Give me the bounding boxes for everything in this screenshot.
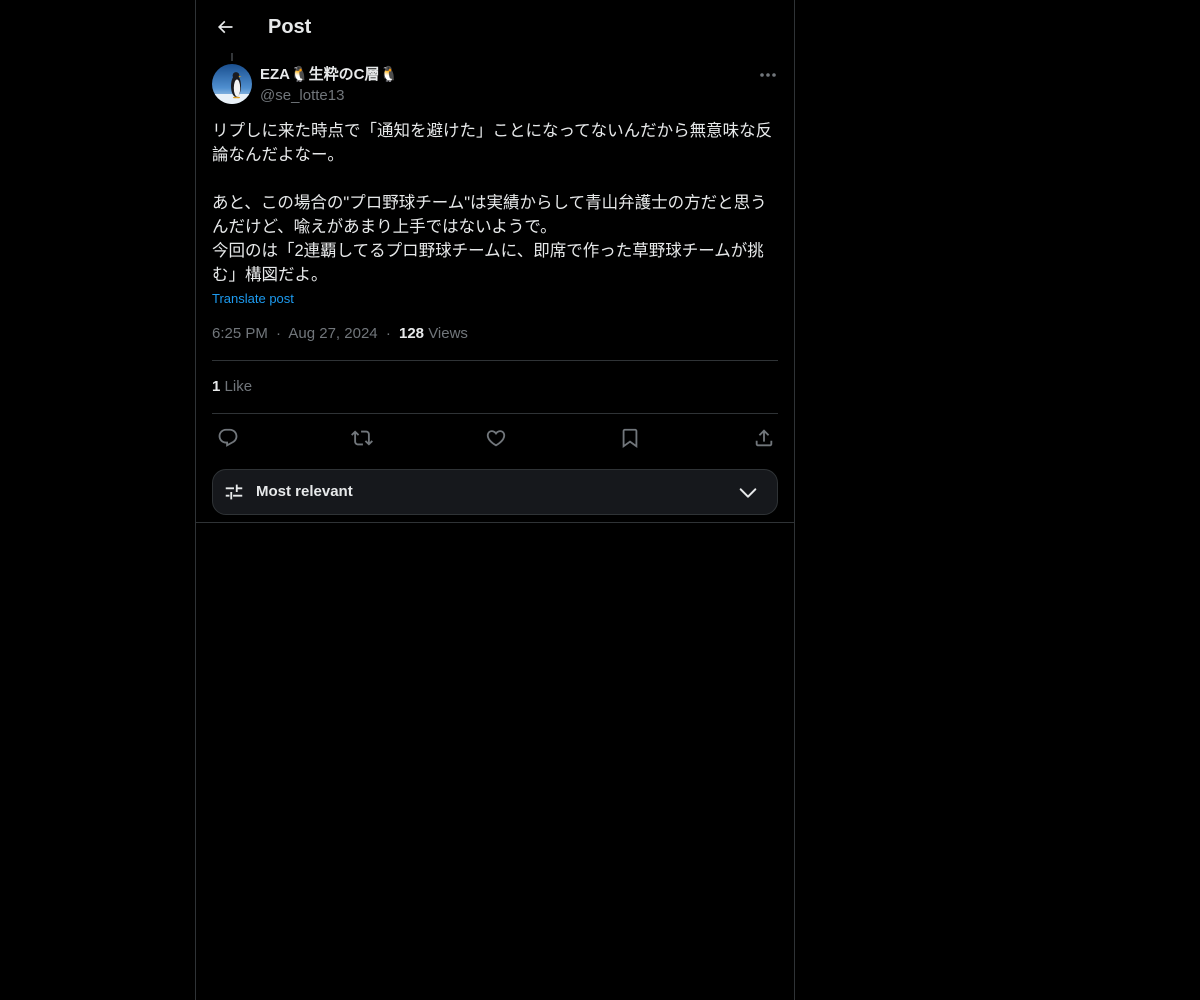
like-button[interactable]: [482, 424, 510, 452]
meta-separator: ·: [276, 325, 282, 342]
post-text: リプしに来た時点で「通知を避けた」ことになってないんだから無意味な反論なんだよな…: [212, 122, 773, 284]
heart-icon: [486, 430, 506, 447]
display-name[interactable]: EZA🐧生粋のC層🐧: [260, 65, 398, 85]
bookmark-button[interactable]: [616, 424, 644, 452]
page-title: Post: [268, 16, 312, 38]
divider: [212, 360, 778, 361]
more-horizontal-icon: [760, 73, 776, 77]
divider: [212, 413, 778, 414]
thread-connector-line: [231, 53, 233, 61]
views-count: 128: [398, 325, 425, 342]
arrow-left-icon: [217, 20, 233, 34]
divider: [196, 522, 794, 523]
repost-icon: [351, 430, 373, 446]
likes-summary[interactable]: 1 Like: [212, 377, 252, 397]
sliders-icon: [225, 484, 243, 500]
share-button[interactable]: [750, 424, 778, 452]
penguin-avatar-image: [212, 64, 252, 104]
bookmark-icon: [622, 428, 638, 449]
reply-button[interactable]: [214, 424, 242, 452]
repost-button[interactable]: [348, 424, 376, 452]
post-meta: 6:25 PM · Aug 27, 2024 · 128 Views: [212, 324, 468, 344]
likes-count: 1: [212, 378, 221, 395]
meta-separator: ·: [385, 325, 391, 342]
back-button[interactable]: [208, 10, 242, 44]
header: Post: [196, 0, 794, 53]
chevron-down-icon: [739, 488, 757, 498]
post-date[interactable]: Aug 27, 2024: [288, 325, 377, 342]
user-handle[interactable]: @se_lotte13: [260, 86, 344, 106]
post-time[interactable]: 6:25 PM: [212, 325, 268, 342]
main-column: Post EZA🐧生粋のC層🐧 @se_lotte13 リプしに来た時点で「通知…: [195, 0, 795, 1000]
more-options-button[interactable]: [754, 64, 782, 86]
reply-sort-dropdown[interactable]: Most relevant: [212, 469, 778, 515]
avatar[interactable]: [212, 64, 252, 104]
share-icon: [755, 429, 773, 447]
translate-post-link[interactable]: Translate post: [212, 290, 294, 308]
reply-icon: [218, 428, 238, 447]
sort-label: Most relevant: [256, 483, 353, 500]
views-label: Views: [428, 325, 468, 342]
likes-label: Like: [224, 378, 253, 395]
